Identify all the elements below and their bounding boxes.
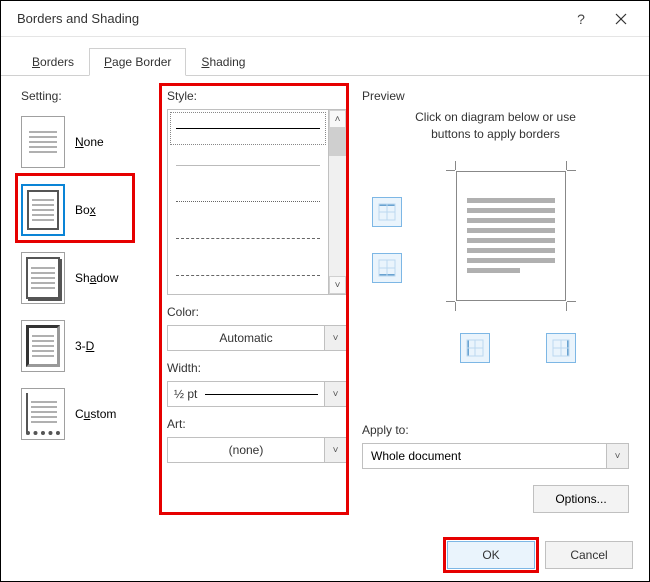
help-button[interactable]: ?: [561, 1, 601, 37]
preview-area: [362, 153, 629, 333]
chevron-down-icon: ˅: [335, 280, 341, 291]
borders-shading-dialog: Borders and Shading ? Borders Page Borde…: [0, 0, 650, 582]
close-button[interactable]: [601, 1, 641, 37]
color-combo-arrow[interactable]: ˅: [324, 326, 346, 350]
setting-thumb-box: [21, 184, 65, 236]
tab-page-border[interactable]: Page Border: [89, 48, 186, 76]
setting-option-label: Box: [75, 203, 96, 217]
border-right-icon: [552, 339, 570, 357]
style-item-solid[interactable]: [168, 110, 328, 147]
width-value: ½ pt: [174, 387, 197, 401]
close-icon: [615, 13, 627, 25]
art-combo[interactable]: (none) ˅: [167, 437, 347, 463]
chevron-up-icon: ˄: [335, 114, 341, 125]
apply-to-label: Apply to:: [362, 423, 629, 437]
border-top-button[interactable]: [372, 197, 402, 227]
style-listbox[interactable]: ˄ ˅: [167, 109, 347, 295]
art-value: (none): [168, 438, 324, 462]
tab-strip: Borders Page Border Shading: [1, 37, 649, 76]
preview-label: Preview: [362, 89, 629, 103]
scroll-track[interactable]: [329, 128, 346, 276]
preview-diagram[interactable]: [446, 161, 576, 311]
border-bottom-icon: [378, 259, 396, 277]
dialog-button-bar: OK Cancel: [447, 541, 633, 569]
border-bottom-button[interactable]: [372, 253, 402, 283]
setting-option-custom[interactable]: Custom: [21, 385, 141, 443]
window-title: Borders and Shading: [17, 11, 561, 26]
setting-label: Setting:: [21, 89, 141, 103]
width-preview-line: [205, 394, 318, 395]
border-top-icon: [378, 203, 396, 221]
preview-hint: Click on diagram below or use buttons to…: [362, 109, 629, 143]
apply-to-combo[interactable]: Whole document ˅: [362, 443, 629, 469]
apply-to-value: Whole document: [363, 444, 606, 468]
apply-to-arrow[interactable]: ˅: [606, 444, 628, 468]
color-section: Color: Automatic ˅: [167, 305, 347, 351]
color-combo[interactable]: Automatic ˅: [167, 325, 347, 351]
chevron-down-icon: ˅: [333, 445, 339, 456]
setting-option-label: None: [75, 135, 104, 149]
preview-column: Preview Click on diagram below or use bu…: [362, 89, 629, 333]
color-value: Automatic: [168, 326, 324, 350]
width-section: Width: ½ pt ˅: [167, 361, 347, 407]
width-label: Width:: [167, 361, 347, 375]
chevron-down-icon: ˅: [615, 451, 621, 462]
setting-option-label: 3-D: [75, 339, 94, 353]
style-item-dashdot[interactable]: [168, 257, 328, 294]
apply-to-section: Apply to: Whole document ˅: [362, 423, 629, 469]
art-label: Art:: [167, 417, 347, 431]
dialog-content: Setting: None Box Shadow 3-D Custom: [17, 81, 633, 521]
setting-option-shadow[interactable]: Shadow: [21, 249, 141, 307]
width-combo[interactable]: ½ pt ˅: [167, 381, 347, 407]
preview-page-icon: [456, 171, 566, 301]
tab-shading[interactable]: Shading: [186, 48, 260, 76]
border-left-icon: [466, 339, 484, 357]
chevron-down-icon: ˅: [333, 333, 339, 344]
setting-option-none[interactable]: None: [21, 113, 141, 171]
scroll-up-button[interactable]: ˄: [329, 110, 346, 128]
cancel-button[interactable]: Cancel: [545, 541, 633, 569]
setting-thumb-custom: [21, 388, 65, 440]
style-scrollbar[interactable]: ˄ ˅: [328, 110, 346, 294]
setting-thumb-none: [21, 116, 65, 168]
setting-option-box[interactable]: Box: [21, 181, 141, 239]
art-combo-arrow[interactable]: ˅: [324, 438, 346, 462]
scroll-thumb[interactable]: [329, 128, 346, 156]
border-right-button[interactable]: [546, 333, 576, 363]
setting-option-label: Custom: [75, 407, 116, 421]
titlebar: Borders and Shading ?: [1, 1, 649, 37]
scroll-down-button[interactable]: ˅: [329, 276, 346, 294]
style-item-thin[interactable]: [168, 147, 328, 184]
style-item-dotted[interactable]: [168, 184, 328, 221]
border-left-button[interactable]: [460, 333, 490, 363]
style-column: Style: ˄ ˅ Color: Automatic: [167, 89, 347, 463]
setting-column: Setting: None Box Shadow 3-D Custom: [21, 89, 141, 443]
style-item-dashed[interactable]: [168, 220, 328, 257]
tab-borders[interactable]: Borders: [17, 48, 89, 76]
setting-thumb-3d: [21, 320, 65, 372]
width-combo-arrow[interactable]: ˅: [324, 382, 346, 406]
setting-thumb-shadow: [21, 252, 65, 304]
color-label: Color:: [167, 305, 347, 319]
ok-button[interactable]: OK: [447, 541, 535, 569]
setting-option-label: Shadow: [75, 271, 118, 285]
setting-option-3d[interactable]: 3-D: [21, 317, 141, 375]
art-section: Art: (none) ˅: [167, 417, 347, 463]
options-button[interactable]: Options...: [533, 485, 629, 513]
chevron-down-icon: ˅: [333, 389, 339, 400]
style-label: Style:: [167, 89, 347, 103]
